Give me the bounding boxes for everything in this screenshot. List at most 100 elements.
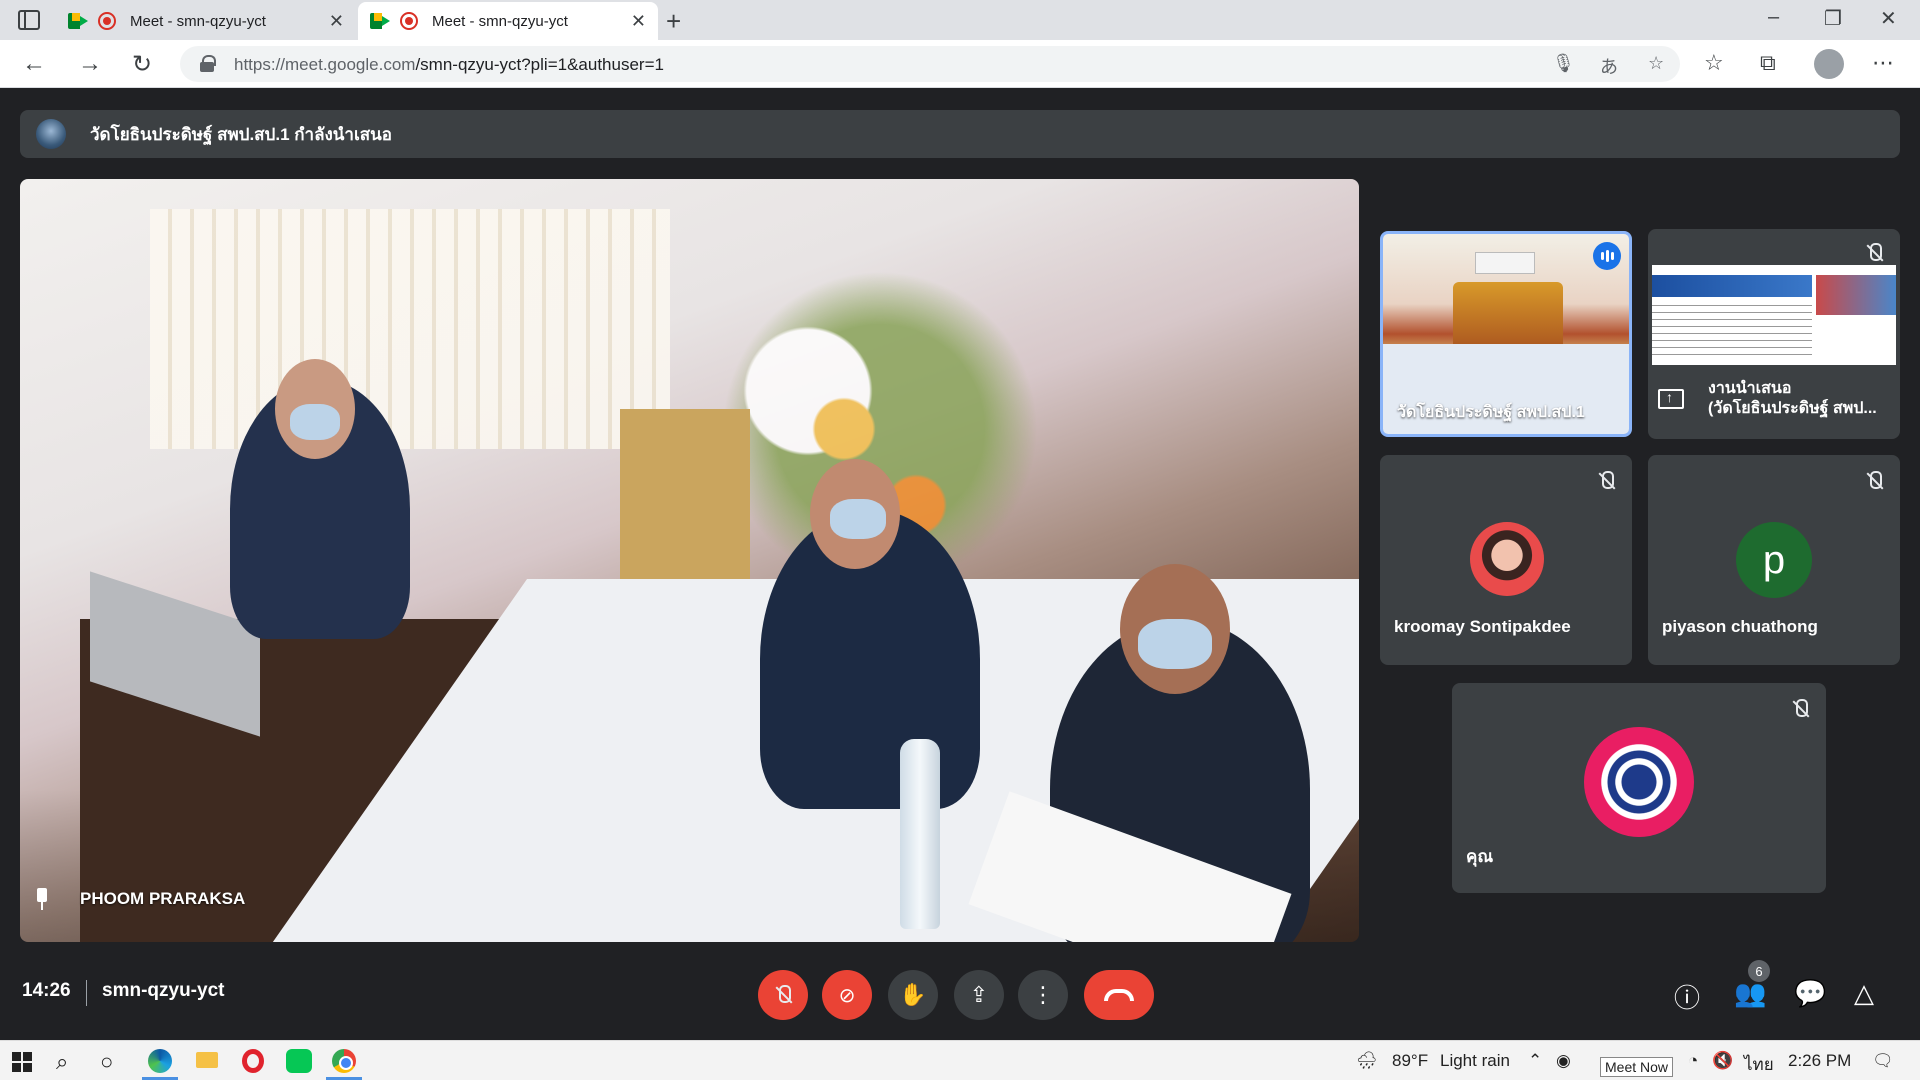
show-hidden-icons-icon[interactable]: ⌃	[1528, 1051, 1542, 1071]
leave-call-button[interactable]	[1084, 970, 1154, 1020]
system-clock[interactable]: 2:26 PM	[1788, 1051, 1851, 1071]
new-tab-button[interactable]: +	[666, 6, 681, 37]
task-view-icon[interactable]: ○	[100, 1049, 113, 1075]
window-blinds	[150, 209, 670, 449]
participant-tile-piyason[interactable]: p piyason chuathong	[1648, 455, 1900, 665]
activities-icon[interactable]: △	[1854, 978, 1874, 1009]
present-icon: ⇪	[969, 982, 989, 1007]
url-text[interactable]: https://meet.google.com/smn-qzyu-yct?pli…	[234, 55, 664, 75]
meet-now-tooltip: Meet Now	[1600, 1057, 1674, 1077]
chrome-icon[interactable]	[332, 1049, 356, 1073]
pin-icon[interactable]	[34, 888, 50, 910]
meet-control-bar: 14:26 smn-qzyu-yct ⊘ ✋ ⇪ ⋮ ⓘ 👥 6 💬 △	[0, 952, 1920, 1040]
tab-actions-icon[interactable]	[18, 10, 40, 30]
browser-tab-strip: Meet - smn-qzyu-yct ✕ Meet - smn-qzyu-yc…	[0, 0, 1920, 40]
participant-name: piyason chuathong	[1662, 617, 1818, 636]
presenting-text: วัดโยธินประดิษฐ์ สพป.สป.1 กำลังนำเสนอ	[90, 124, 392, 144]
line-app-icon[interactable]	[286, 1049, 312, 1073]
opera-icon[interactable]	[242, 1049, 264, 1073]
tab-title: Meet - smn-qzyu-yct	[432, 12, 568, 30]
mic-off-icon	[1864, 471, 1884, 491]
reload-button[interactable]: ↻	[132, 50, 152, 79]
chat-icon[interactable]: 💬	[1794, 978, 1826, 1009]
wifi-icon[interactable]: ◔	[1688, 1051, 1698, 1071]
mic-off-icon	[773, 985, 793, 1005]
profile-avatar[interactable]	[1814, 49, 1844, 79]
weather-temp[interactable]: 89°F	[1392, 1051, 1428, 1071]
participant-name: kroomay Sontipakdee	[1394, 617, 1571, 636]
main-tile-name: PHOOM PRARAKSA	[80, 889, 246, 908]
people-icon[interactable]: 👥	[1734, 978, 1766, 1009]
school-logo-avatar	[1584, 727, 1694, 837]
face-mask	[1138, 619, 1212, 669]
raise-hand-button[interactable]: ✋	[888, 970, 938, 1020]
microphone-icon[interactable]: 🎙	[1552, 53, 1575, 74]
weather-icon[interactable]: 🌧	[1356, 1051, 1378, 1071]
lock-icon[interactable]	[200, 55, 216, 72]
app-tray-icon[interactable]: ◉	[1556, 1051, 1571, 1071]
windows-taskbar: ⌕ ○ 🌧 89°F Light rain ⌃ ◉ Meet Now ◔ 🔇 ไ…	[0, 1040, 1920, 1080]
mic-off-icon	[1790, 699, 1810, 719]
main-video-tile[interactable]: PHOOM PRARAKSA	[20, 179, 1359, 942]
participant-tile-school[interactable]: วัดโยธินประดิษฐ์ สพป.สป.1	[1380, 231, 1632, 437]
tab-title: Meet - smn-qzyu-yct	[130, 12, 266, 30]
avatar: p	[1736, 522, 1812, 598]
camera-off-icon: ⊘	[838, 984, 856, 1007]
close-tab-icon[interactable]: ✕	[631, 11, 646, 32]
avatar	[1470, 522, 1544, 596]
participant-tile-self[interactable]: คุณ	[1452, 683, 1826, 893]
start-button[interactable]	[12, 1052, 32, 1072]
collections-icon[interactable]: ⧉	[1760, 50, 1776, 76]
add-favorite-icon[interactable]: ☆	[1648, 53, 1664, 74]
google-meet-icon	[68, 13, 88, 29]
meeting-code: smn-qzyu-yct	[102, 980, 225, 1001]
water-bottle	[900, 739, 940, 929]
microphone-toggle-button[interactable]	[758, 970, 808, 1020]
participant-name: คุณ	[1466, 847, 1494, 866]
translate-icon[interactable]: あ	[1600, 53, 1618, 79]
search-icon[interactable]: ⌕	[56, 1049, 68, 1075]
restore-button[interactable]: ❐	[1824, 6, 1842, 31]
browser-toolbar: ← → ↻ https://meet.google.com/smn-qzyu-y…	[0, 40, 1920, 88]
close-window-button[interactable]: ✕	[1880, 6, 1897, 31]
meeting-details-icon[interactable]: ⓘ	[1674, 978, 1700, 1015]
volume-muted-icon[interactable]: 🔇	[1712, 1051, 1733, 1071]
participant-name: วัดโยธินประดิษฐ์ สพป.สป.1	[1397, 404, 1585, 421]
camera-toggle-button[interactable]: ⊘	[822, 970, 872, 1020]
presenter-avatar	[36, 119, 66, 149]
more-vert-icon: ⋮	[1032, 982, 1054, 1007]
participant-count-badge: 6	[1748, 960, 1770, 982]
favorites-icon[interactable]: ☆	[1704, 50, 1724, 76]
present-now-button[interactable]: ⇪	[954, 970, 1004, 1020]
meeting-clock: 14:26	[22, 980, 71, 1001]
face-mask	[830, 499, 886, 539]
more-menu-icon[interactable]: ⋯	[1872, 50, 1894, 76]
address-bar[interactable]: https://meet.google.com/smn-qzyu-yct?pli…	[180, 46, 1680, 82]
browser-tab-1[interactable]: Meet - smn-qzyu-yct ✕	[56, 2, 356, 40]
participant-tile-kroomay[interactable]: kroomay Sontipakdee	[1380, 455, 1632, 665]
weather-text[interactable]: Light rain	[1440, 1051, 1510, 1071]
close-tab-icon[interactable]: ✕	[329, 11, 344, 32]
divider	[86, 980, 87, 1006]
presenting-banner: วัดโยธินประดิษฐ์ สพป.สป.1 กำลังนำเสนอ	[20, 110, 1900, 158]
minimize-button[interactable]: –	[1768, 6, 1779, 29]
more-options-button[interactable]: ⋮	[1018, 970, 1068, 1020]
language-indicator[interactable]: ไทย	[1744, 1051, 1774, 1078]
google-meet-icon	[370, 13, 390, 29]
back-button[interactable]: ←	[22, 50, 46, 78]
meet-stage: วัดโยธินประดิษฐ์ สพป.สป.1 กำลังนำเสนอ PH…	[0, 88, 1920, 1040]
muted-speaker-icon	[1864, 243, 1884, 263]
notifications-icon[interactable]: 🗨	[1872, 1051, 1894, 1071]
present-screen-icon	[1658, 389, 1684, 409]
recording-icon	[400, 12, 418, 30]
hand-icon: ✋	[899, 982, 927, 1007]
forward-button[interactable]: →	[78, 50, 102, 78]
shrine	[1453, 282, 1563, 352]
browser-tab-2[interactable]: Meet - smn-qzyu-yct ✕	[358, 2, 658, 40]
file-explorer-icon[interactable]	[196, 1052, 218, 1068]
presentation-tile[interactable]: งานนำเสนอ (วัดโยธินประดิษฐ์ สพป...	[1648, 229, 1900, 439]
presentation-name: งานนำเสนอ (วัดโยธินประดิษฐ์ สพป...	[1708, 380, 1877, 417]
face-mask	[290, 404, 340, 440]
recording-icon	[98, 12, 116, 30]
edge-icon[interactable]	[148, 1049, 172, 1073]
